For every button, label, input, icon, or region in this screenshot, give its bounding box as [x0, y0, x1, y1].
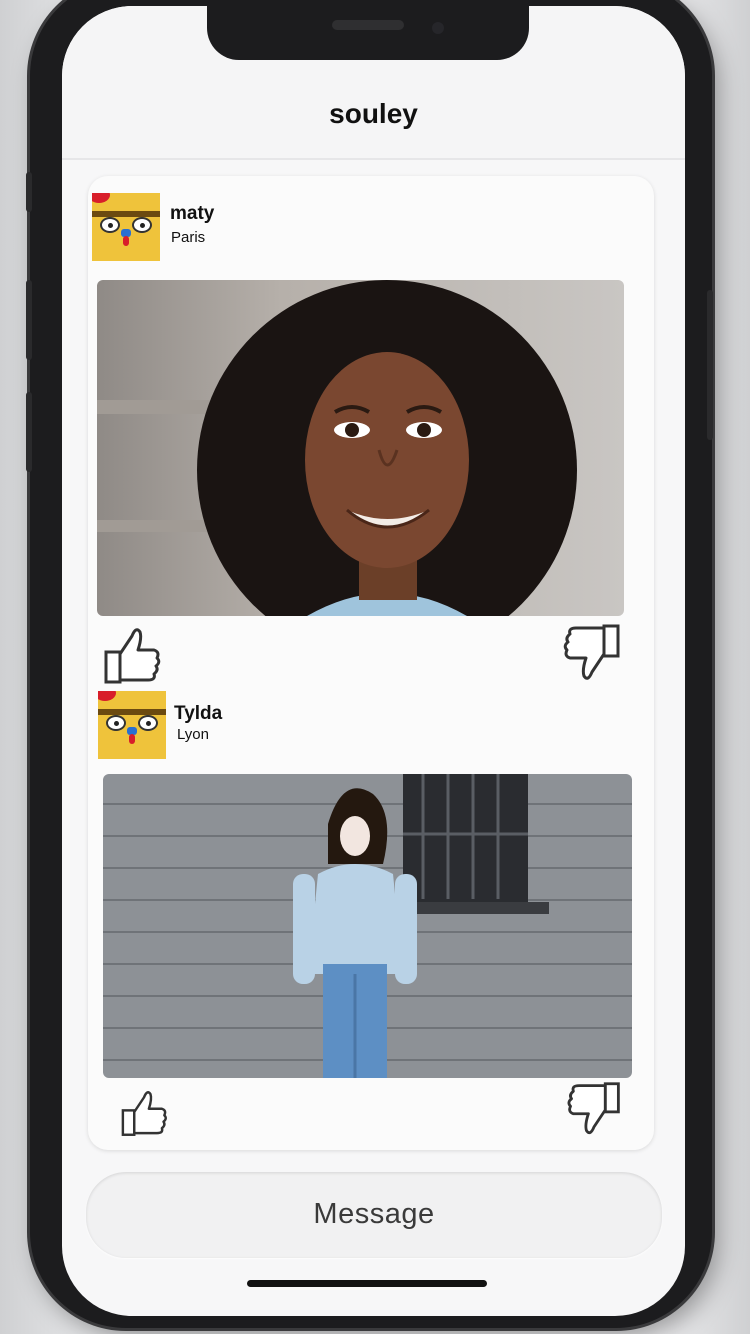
username[interactable]: maty	[170, 203, 214, 225]
user-city: Paris	[171, 229, 206, 246]
speaker	[332, 20, 404, 30]
message-button[interactable]: Message	[86, 1172, 662, 1258]
post-photo[interactable]	[97, 280, 624, 616]
thumbs-up-icon	[121, 1091, 167, 1136]
message-button-label: Message	[313, 1198, 435, 1230]
camera	[432, 22, 444, 34]
avatar[interactable]	[98, 691, 166, 759]
side-button	[26, 172, 32, 212]
thumbs-down-icon	[567, 1082, 620, 1135]
power-button	[707, 290, 713, 440]
feed-card: maty Paris Tylda Lyon	[88, 176, 654, 1150]
username[interactable]: Tylda	[174, 703, 222, 725]
home-indicator[interactable]	[247, 1280, 487, 1287]
volume-down-button	[26, 392, 32, 472]
like-button[interactable]	[100, 622, 164, 686]
dislike-button[interactable]	[564, 1080, 624, 1140]
screen: souley maty Paris Tylda Lyon Message	[62, 6, 685, 1316]
thumbs-down-icon	[563, 624, 620, 680]
post-photo[interactable]	[103, 774, 632, 1078]
notch	[207, 6, 529, 60]
user-city: Lyon	[177, 726, 209, 743]
dislike-button[interactable]	[560, 622, 624, 686]
like-button[interactable]	[118, 1086, 170, 1138]
avatar[interactable]	[92, 193, 160, 261]
thumbs-up-icon	[104, 628, 161, 684]
volume-up-button	[26, 280, 32, 360]
page-title: souley	[329, 98, 418, 129]
